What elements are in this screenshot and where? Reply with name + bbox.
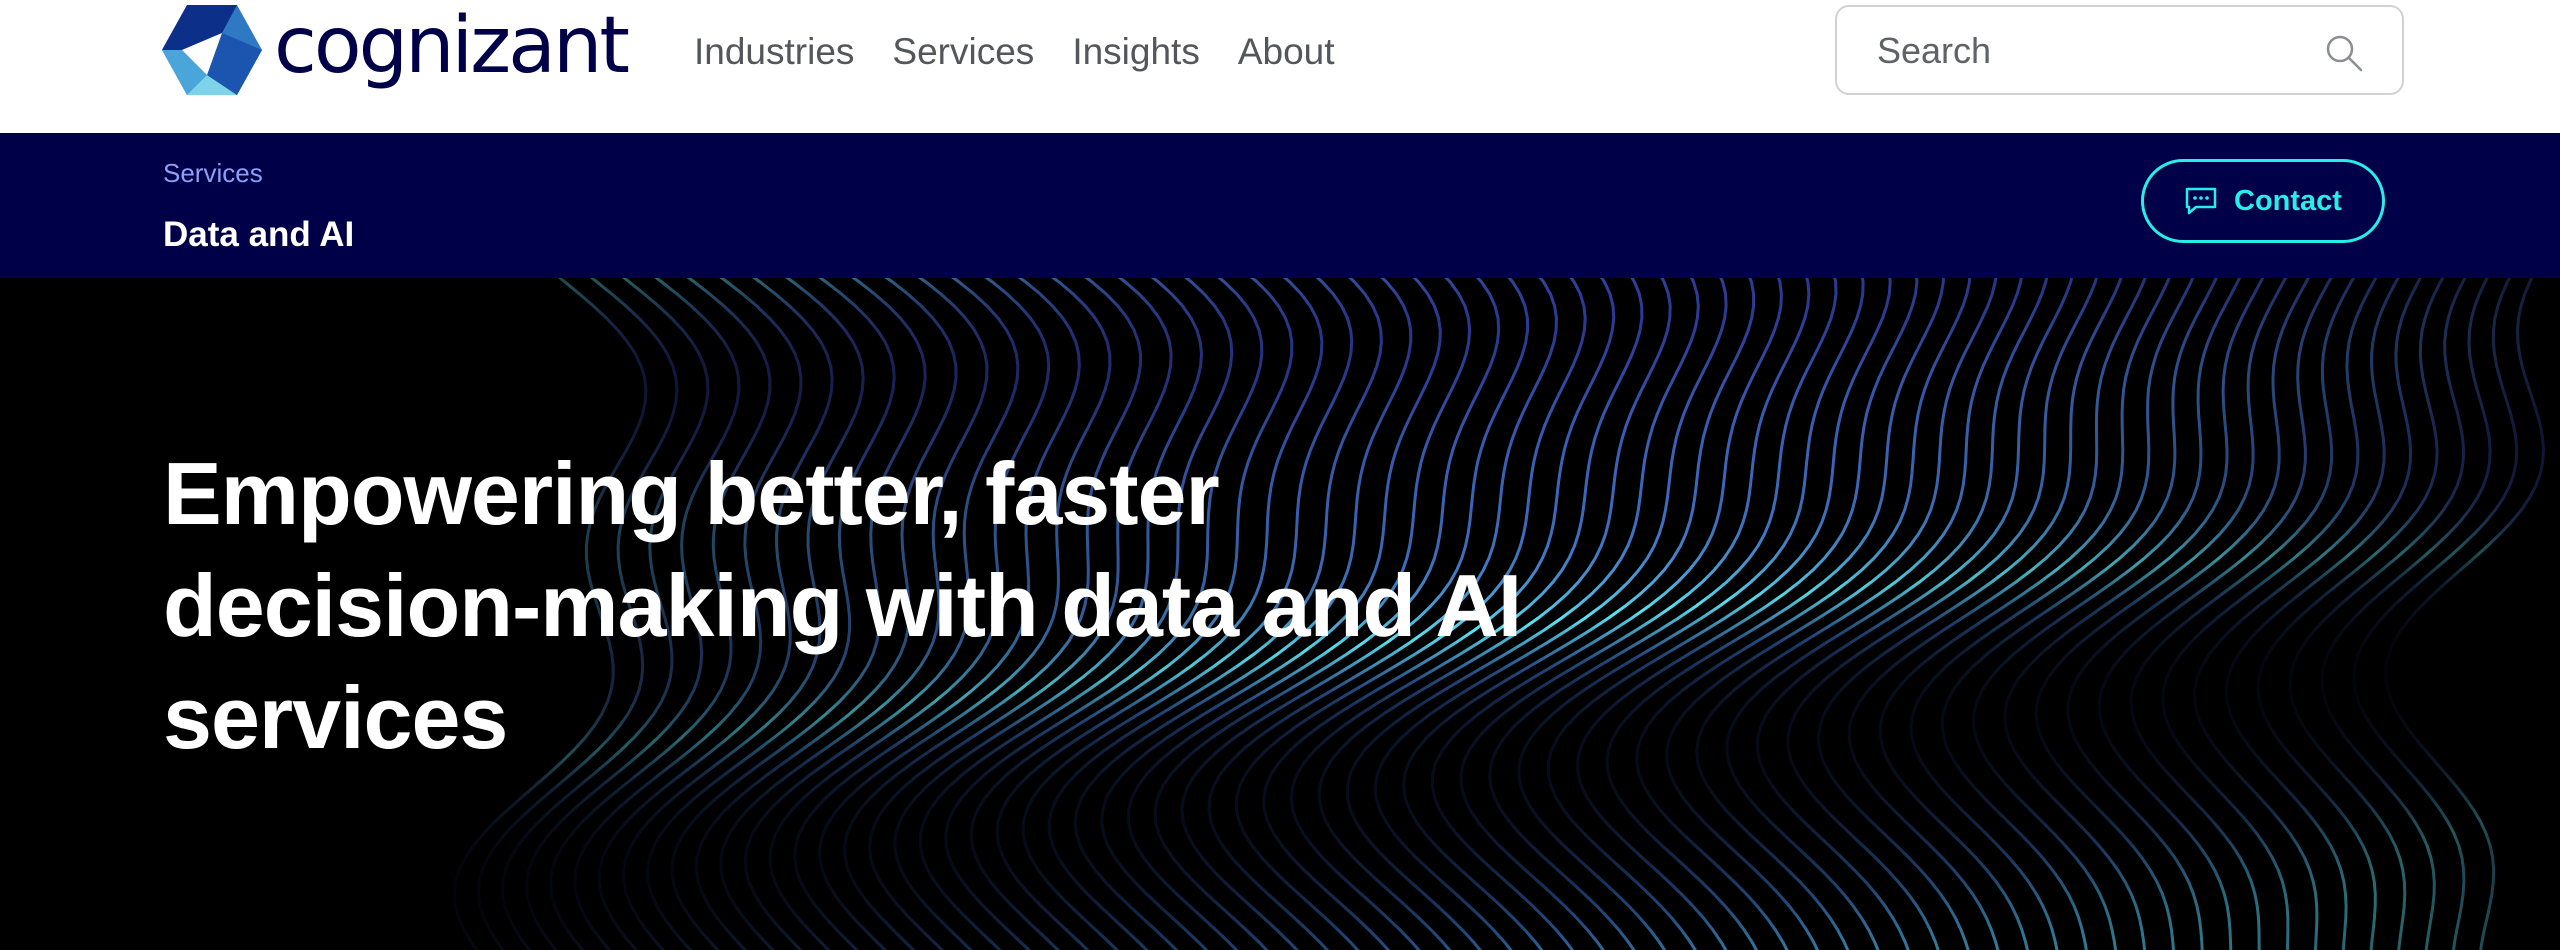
hero-banner: Empowering better, faster decision-makin…: [0, 278, 2560, 950]
contact-button-label: Contact: [2234, 184, 2342, 217]
wave-line: [2384, 278, 2546, 950]
wave-line: [1605, 278, 1945, 950]
cognizant-logo-icon: [162, 5, 262, 95]
wave-line: [2288, 278, 2467, 950]
page-name: Data and AI: [163, 215, 355, 254]
search-input[interactable]: [1875, 25, 2315, 77]
page-subheader: Services Data and AI Contact: [0, 133, 2560, 278]
logo-wordmark: cognizant: [274, 1, 630, 91]
wave-line: [1517, 278, 1865, 950]
contact-button[interactable]: Contact: [2141, 159, 2385, 243]
wave-line: [2066, 278, 2311, 950]
main-nav: Industries Services Insights About: [694, 24, 1373, 80]
wave-line: [1546, 278, 1892, 950]
wave-line: [1755, 278, 2074, 950]
nav-item-services[interactable]: Services: [892, 31, 1034, 73]
nav-item-industries[interactable]: Industries: [694, 31, 854, 73]
cognizant-logo[interactable]: cognizant: [162, 1, 630, 95]
nav-item-insights[interactable]: Insights: [1072, 31, 1200, 73]
search-box[interactable]: [1835, 5, 2404, 95]
breadcrumb-services[interactable]: Services: [163, 158, 263, 189]
nav-item-about[interactable]: About: [1238, 31, 1335, 73]
site-header: cognizant Industries Services Insights A…: [0, 0, 2560, 133]
search-icon[interactable]: [2324, 33, 2364, 73]
hero-title: Empowering better, faster decision-makin…: [163, 444, 1522, 767]
wave-line: [2034, 278, 2288, 950]
chat-bubble-icon: [2185, 187, 2217, 215]
wave-line: [1695, 278, 2023, 950]
wave-line: [2352, 278, 2519, 950]
wave-line: [1940, 278, 2218, 950]
